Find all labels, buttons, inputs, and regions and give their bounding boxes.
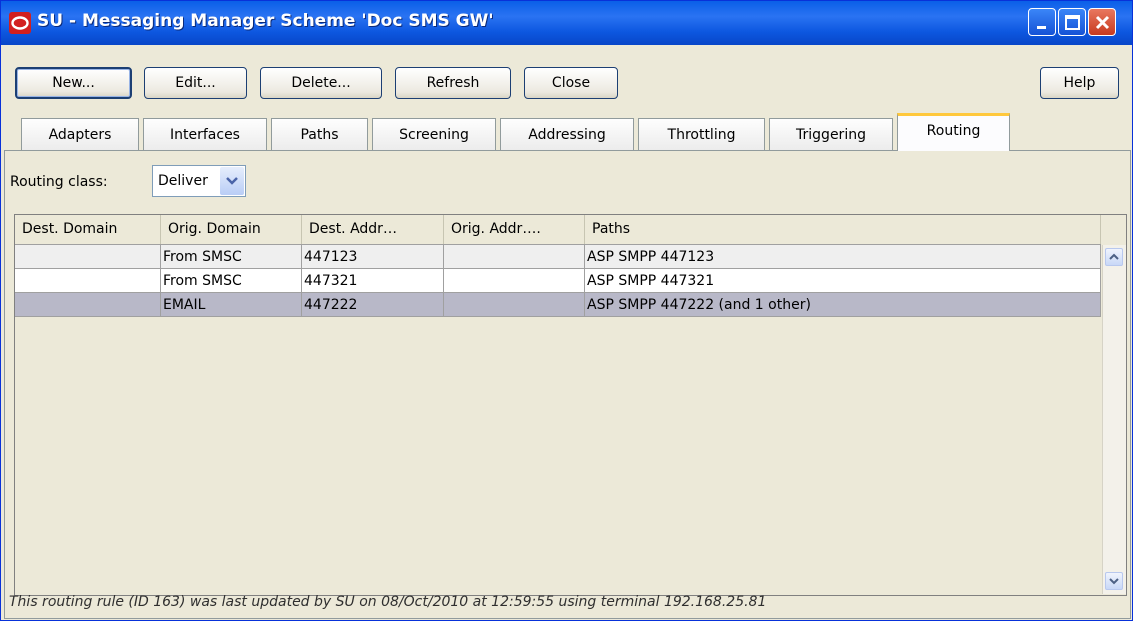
table-row[interactable]: From SMSC 447123 ASP SMPP 447123	[15, 245, 1101, 269]
table-row-selected[interactable]: EMAIL 447222 ASP SMPP 447222 (and 1 othe…	[15, 293, 1101, 317]
edit-button[interactable]: Edit...	[144, 67, 247, 99]
tab-triggering[interactable]: Triggering	[769, 118, 893, 150]
window-title: SU - Messaging Manager Scheme 'Doc SMS G…	[37, 11, 494, 31]
cell-paths: ASP SMPP 447123	[585, 245, 1101, 269]
app-window: SU - Messaging Manager Scheme 'Doc SMS G…	[0, 0, 1133, 621]
cell-dest-domain	[15, 245, 161, 269]
routing-table: Dest. Domain Orig. Domain Dest. Addr… Or…	[14, 214, 1127, 596]
cell-orig-addr	[444, 245, 585, 269]
table-row[interactable]: From SMSC 447321 ASP SMPP 447321	[15, 269, 1101, 293]
tab-screening[interactable]: Screening	[372, 118, 496, 150]
delete-button[interactable]: Delete...	[260, 67, 382, 99]
close-icon	[1095, 15, 1110, 30]
cell-paths: ASP SMPP 447321	[585, 269, 1101, 293]
routing-panel: Routing class: Deliver Dest. Domain Orig…	[4, 150, 1131, 619]
tab-paths[interactable]: Paths	[271, 118, 368, 150]
cell-orig-domain: From SMSC	[161, 269, 302, 293]
column-header-orig-addr[interactable]: Orig. Addr….	[444, 215, 585, 244]
new-button[interactable]: New...	[15, 67, 132, 99]
chevron-down-icon	[226, 177, 238, 185]
scroll-up-button[interactable]	[1105, 248, 1123, 266]
chevron-up-icon	[1109, 253, 1119, 260]
vertical-scrollbar[interactable]	[1102, 245, 1126, 594]
status-message: This routing rule (ID 163) was last upda…	[9, 594, 767, 610]
routing-class-value: Deliver	[158, 173, 208, 189]
column-header-orig-domain[interactable]: Orig. Domain	[161, 215, 302, 244]
oracle-logo-icon	[9, 12, 31, 34]
cell-orig-addr	[444, 293, 585, 317]
cell-dest-addr: 447321	[302, 269, 444, 293]
maximize-button[interactable]	[1058, 8, 1086, 36]
cell-dest-addr: 447222	[302, 293, 444, 317]
chevron-down-icon	[1109, 578, 1119, 585]
close-window-button[interactable]	[1088, 8, 1116, 36]
routing-class-label: Routing class:	[10, 174, 108, 190]
refresh-button[interactable]: Refresh	[395, 67, 511, 99]
cell-orig-domain: EMAIL	[161, 293, 302, 317]
cell-orig-addr	[444, 269, 585, 293]
maximize-icon	[1065, 15, 1080, 30]
title-bar[interactable]: SU - Messaging Manager Scheme 'Doc SMS G…	[1, 1, 1132, 45]
minimize-button[interactable]	[1028, 8, 1056, 36]
cell-dest-addr: 447123	[302, 245, 444, 269]
tab-interfaces[interactable]: Interfaces	[143, 118, 267, 150]
tab-addressing[interactable]: Addressing	[500, 118, 634, 150]
cell-dest-domain	[15, 293, 161, 317]
routing-class-select[interactable]: Deliver	[152, 165, 246, 197]
column-header-dest-addr[interactable]: Dest. Addr…	[302, 215, 444, 244]
cell-paths: ASP SMPP 447222 (and 1 other)	[585, 293, 1101, 317]
tab-adapters[interactable]: Adapters	[21, 118, 139, 150]
close-button[interactable]: Close	[524, 67, 618, 99]
column-header-paths[interactable]: Paths	[585, 215, 1101, 244]
tab-strip: Adapters Interfaces Paths Screening Addr…	[1, 111, 1132, 151]
help-button[interactable]: Help	[1040, 67, 1119, 99]
scroll-down-button[interactable]	[1105, 572, 1123, 590]
minimize-icon	[1037, 26, 1046, 29]
dropdown-button[interactable]	[220, 167, 244, 195]
table-header: Dest. Domain Orig. Domain Dest. Addr… Or…	[15, 215, 1101, 245]
column-header-dest-domain[interactable]: Dest. Domain	[15, 215, 161, 244]
cell-orig-domain: From SMSC	[161, 245, 302, 269]
tab-throttling[interactable]: Throttling	[638, 118, 765, 150]
tab-routing[interactable]: Routing	[897, 113, 1010, 151]
cell-dest-domain	[15, 269, 161, 293]
